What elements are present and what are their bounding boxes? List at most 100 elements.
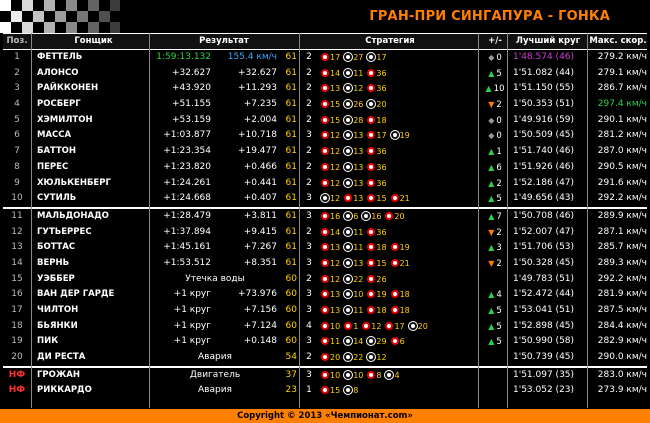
tyre-prime-icon <box>367 337 376 346</box>
tyre-option-icon <box>367 227 376 236</box>
position: 2 <box>14 67 20 78</box>
pit-stops: 3 <box>306 289 312 300</box>
position-change: ▲ 3 <box>482 240 508 256</box>
position-change-value: 2 <box>496 100 502 111</box>
arrow-up-icon: ▲ <box>488 211 495 221</box>
stint-laps: 18 <box>376 306 387 315</box>
position-change: ◆ 0 <box>482 128 508 144</box>
pit-stops: 3 <box>306 257 312 268</box>
best-lap: 1'53.052 (23) <box>513 385 575 396</box>
best-lap: 1'50.739 (45) <box>513 352 575 363</box>
stint-laps: 15 <box>376 258 387 268</box>
laps-count: 61 <box>285 99 297 110</box>
pit-stops: 2 <box>306 177 312 188</box>
result-time: +1:37.894 <box>163 226 211 237</box>
top-speed: 283.0 км/ч <box>597 369 647 380</box>
position-change: ▲ 5 <box>482 319 508 335</box>
table-body: 1 ФЕТТЕЛЬ 1:59:13.132 155.4 км/ч 61 2 17 27 17 ◆ 0… <box>3 50 647 399</box>
table-row: 5 ХЭМИЛТОН +53.159 +2.004 61 2 15 28 18 ◆ 0 1'49.91… <box>3 113 647 129</box>
position-change: ▲ 4 <box>482 287 508 303</box>
pit-stops: 3 <box>306 336 312 347</box>
stint-laps: 12 <box>330 274 341 284</box>
top-speed: 290.5 км/ч <box>597 161 647 172</box>
arrow-up-icon: ▲ <box>488 321 495 331</box>
arrow-up-icon: ▲ <box>488 68 495 78</box>
tyre-prime-icon <box>367 353 376 362</box>
strategy: 12 13 36 <box>321 176 481 192</box>
tyre-option-icon <box>390 306 399 314</box>
stint-laps: 13 <box>330 243 341 253</box>
table-row: 6 МАССА +1:03.877 +10.718 61 3 12 13 17 19 ◆ 0 1'50.… <box>3 128 647 144</box>
pit-stops: 2 <box>306 352 312 363</box>
diamond-icon: ◆ <box>488 131 495 141</box>
position-change-value: 2 <box>496 227 502 238</box>
header-top: Макс. скор. <box>589 36 647 46</box>
top-speed: 287.0 км/ч <box>597 146 647 157</box>
position-change: ▼ 2 <box>482 256 508 272</box>
tyre-option-icon <box>321 321 329 330</box>
result-time: +1:24.261 <box>163 177 211 188</box>
header-best: Лучший круг <box>515 36 581 46</box>
driver-name: ГРОЖАН <box>37 369 80 380</box>
driver-name: ХЭМИЛТОН <box>37 114 93 125</box>
best-lap: 1'50.990 (58) <box>513 336 575 347</box>
top-speed: 292.2 км/ч <box>597 273 647 284</box>
stint-laps: 12 <box>330 178 341 188</box>
position-change: ◆ 0 <box>482 50 508 66</box>
tyre-option-icon <box>367 147 376 156</box>
top-speed: 284.4 км/ч <box>597 320 647 331</box>
top-speed: 287.1 км/ч <box>597 226 647 237</box>
best-lap: 1'51.097 (35) <box>513 369 575 380</box>
strategy: 10 10 8 4 <box>321 368 481 384</box>
strategy: 13 10 19 18 <box>321 287 481 303</box>
tyre-prime-icon <box>367 53 376 61</box>
pit-stops: 2 <box>306 99 312 110</box>
driver-name: УЭББЕР <box>37 273 75 284</box>
stint-laps: 18 <box>399 306 410 315</box>
tyre-option-icon <box>367 162 376 171</box>
stint-laps: 15 <box>376 194 387 204</box>
tyre-option-icon <box>321 337 329 346</box>
tyre-prime-icon <box>344 115 353 124</box>
result-gap: +3.811 <box>243 210 277 221</box>
laps-count: 61 <box>285 114 297 125</box>
table-row: 15 УЭББЕР Утечка воды 60 2 12 22 26 1'49.783 (51… <box>3 272 647 288</box>
best-lap: 1'49.916 (59) <box>513 114 575 125</box>
tyre-prime-icon <box>344 290 353 299</box>
column-divider <box>299 33 300 408</box>
stint-laps: 17 <box>394 321 405 331</box>
stint-laps: 14 <box>330 68 341 78</box>
stint-laps: 8 <box>376 370 382 380</box>
footer-copyright: Copyright © 2013 «Чемпионат.com» <box>0 409 650 423</box>
tyre-option-icon <box>321 115 329 124</box>
tyre-prime-icon <box>344 353 353 362</box>
stint-laps: 16 <box>330 211 341 221</box>
best-lap: 1'53.041 (51) <box>513 305 575 315</box>
top-speed: 291.6 км/ч <box>597 177 647 188</box>
driver-name: РАЙККОНЕН <box>37 83 99 94</box>
stint-laps: 12 <box>330 162 341 172</box>
strategy: 20 22 12 <box>321 350 481 366</box>
top-speed: 281.2 км/ч <box>597 130 647 141</box>
tyre-prime-icon <box>344 274 353 283</box>
stint-laps: 13 <box>330 306 341 315</box>
tyre-option-icon <box>321 68 329 77</box>
header-result: Результат <box>199 36 249 46</box>
position: 20 <box>11 352 23 363</box>
driver-name: ВЕРНЬ <box>37 257 70 268</box>
laps-count: 60 <box>285 305 297 315</box>
stint-laps: 12 <box>330 194 341 204</box>
strategy: 14 11 36 <box>321 225 481 241</box>
result-gap: +0.441 <box>243 177 277 188</box>
stint-laps: 12 <box>376 353 387 363</box>
results-table: Поз. Гонщик Результат Стратегия +/- Лучш… <box>3 33 647 399</box>
tyre-option-icon <box>367 131 376 140</box>
tyre-option-icon <box>321 178 329 187</box>
position: 7 <box>14 146 20 157</box>
tyre-option-icon <box>385 211 394 220</box>
pit-stops: 3 <box>306 210 312 221</box>
top-speed: 273.9 км/ч <box>597 385 647 396</box>
result-gap: +0.466 <box>243 161 277 172</box>
result-time: +1:45.161 <box>163 242 211 253</box>
top-speed: 282.9 км/ч <box>597 336 647 347</box>
